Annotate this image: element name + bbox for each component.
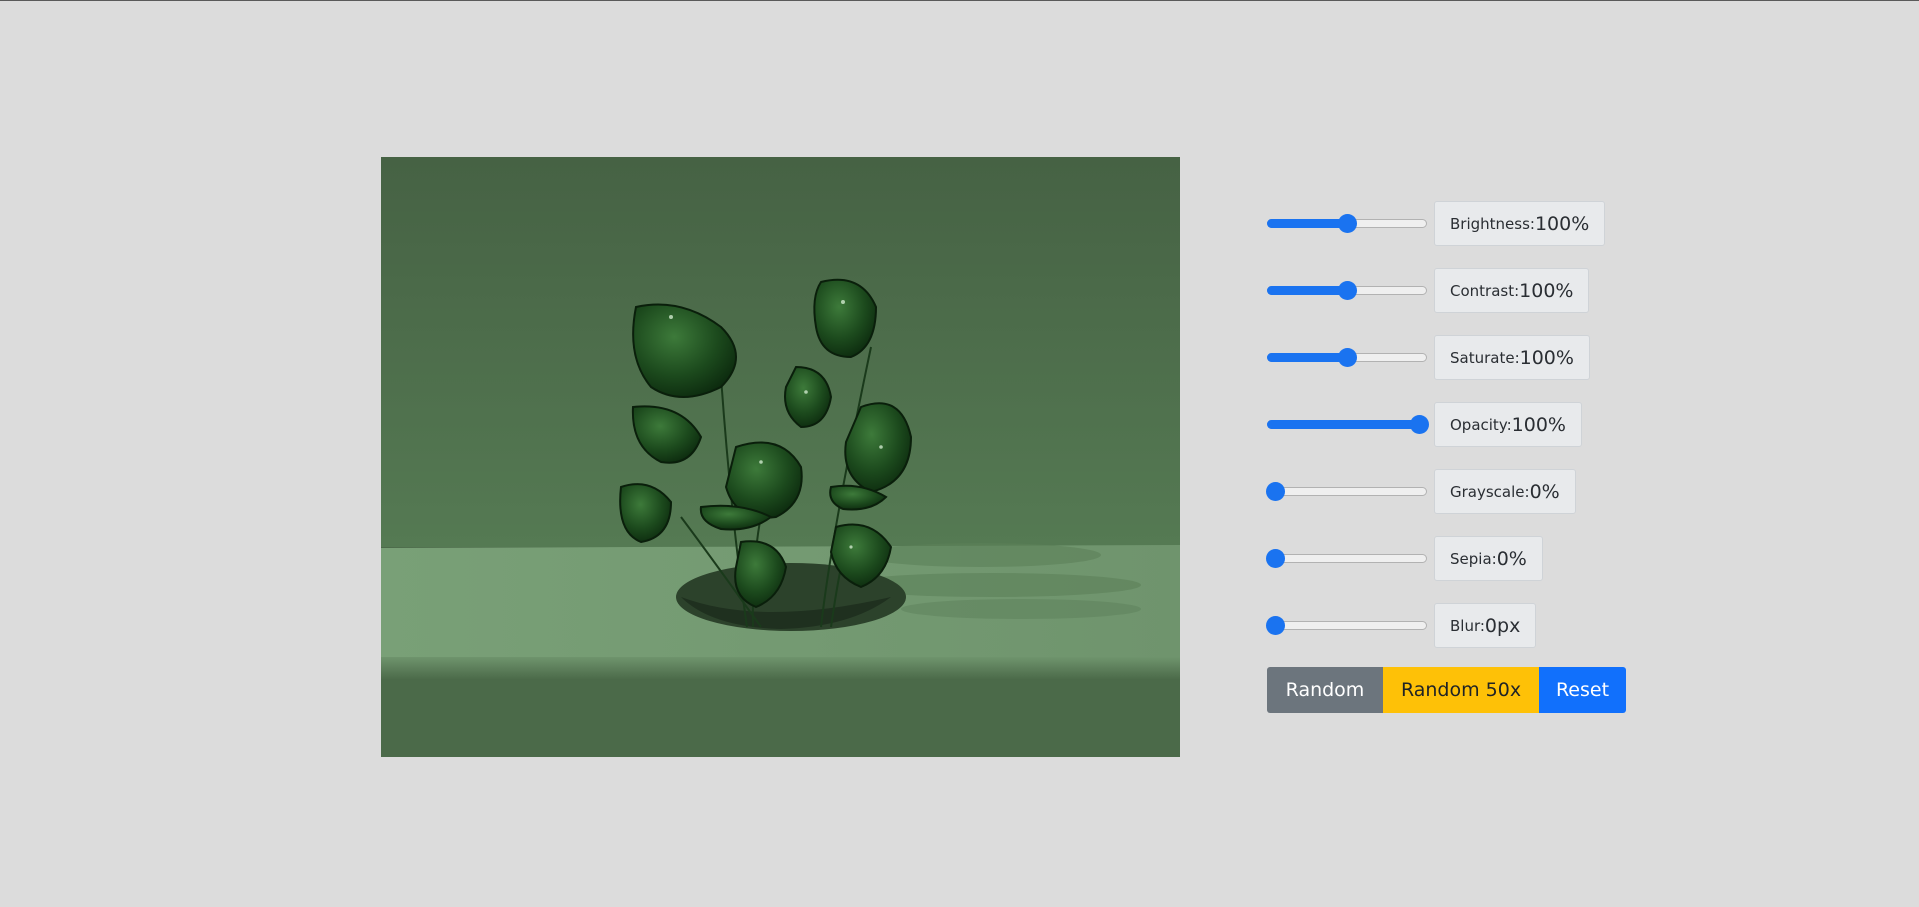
random-50x-button[interactable]: Random 50x bbox=[1383, 667, 1539, 713]
saturate-readout: Saturate: 100% bbox=[1434, 335, 1590, 380]
blur-row: Blur: 0px bbox=[1266, 602, 1626, 649]
saturate-row: Saturate: 100% bbox=[1267, 334, 1626, 381]
slider-thumb[interactable] bbox=[1338, 280, 1357, 300]
opacity-readout: Opacity: 100% bbox=[1434, 402, 1582, 447]
slider-fill bbox=[1267, 419, 1419, 429]
slider-fill bbox=[1267, 352, 1347, 362]
opacity-row: Opacity: 100% bbox=[1267, 401, 1626, 448]
slider-thumb[interactable] bbox=[1266, 615, 1285, 635]
slider-track bbox=[1267, 486, 1427, 496]
grayscale-label: Grayscale: bbox=[1450, 482, 1530, 501]
contrast-value: 100% bbox=[1519, 279, 1574, 302]
sepia-readout: Sepia: 0% bbox=[1434, 536, 1543, 581]
sepia-value: 0% bbox=[1496, 547, 1527, 570]
grayscale-row: Grayscale: 0% bbox=[1266, 468, 1626, 515]
contrast-slider[interactable] bbox=[1267, 280, 1427, 301]
slider-thumb[interactable] bbox=[1266, 481, 1285, 501]
slider-thumb[interactable] bbox=[1338, 347, 1357, 367]
slider-track bbox=[1267, 553, 1427, 563]
saturate-slider[interactable] bbox=[1267, 347, 1427, 368]
contrast-label: Contrast: bbox=[1450, 281, 1520, 300]
brightness-label: Brightness: bbox=[1450, 214, 1535, 233]
slider-thumb[interactable] bbox=[1338, 213, 1357, 233]
saturate-label: Saturate: bbox=[1450, 348, 1520, 367]
grayscale-value: 0% bbox=[1529, 480, 1560, 503]
image-preview bbox=[381, 157, 1180, 757]
slider-track bbox=[1267, 620, 1427, 630]
slider-thumb[interactable] bbox=[1410, 414, 1429, 434]
brightness-value: 100% bbox=[1534, 212, 1590, 235]
slider-fill bbox=[1267, 218, 1347, 228]
reset-button[interactable]: Reset bbox=[1539, 667, 1626, 713]
brightness-readout: Brightness: 100% bbox=[1434, 201, 1606, 246]
opacity-value: 100% bbox=[1511, 413, 1566, 436]
sepia-row: Sepia: 0% bbox=[1266, 535, 1626, 582]
sepia-label: Sepia: bbox=[1450, 549, 1497, 568]
random-button[interactable]: Random bbox=[1267, 667, 1383, 713]
grayscale-readout: Grayscale: 0% bbox=[1434, 469, 1576, 514]
slider-fill bbox=[1267, 285, 1347, 295]
sepia-slider[interactable] bbox=[1266, 548, 1427, 569]
plant-image bbox=[381, 157, 1180, 757]
contrast-readout: Contrast: 100% bbox=[1434, 268, 1590, 313]
brightness-row: Brightness: 100% bbox=[1267, 200, 1626, 247]
blur-slider[interactable] bbox=[1266, 615, 1427, 636]
saturate-value: 100% bbox=[1519, 346, 1574, 369]
blur-label: Blur: bbox=[1450, 616, 1485, 635]
opacity-label: Opacity: bbox=[1450, 415, 1512, 434]
contrast-row: Contrast: 100% bbox=[1267, 267, 1626, 314]
brightness-slider[interactable] bbox=[1267, 213, 1427, 234]
opacity-slider[interactable] bbox=[1267, 414, 1429, 435]
action-button-group: Random Random 50x Reset bbox=[1267, 667, 1626, 713]
blur-readout: Blur: 0px bbox=[1434, 603, 1537, 648]
blur-value: 0px bbox=[1484, 614, 1521, 637]
grayscale-slider[interactable] bbox=[1266, 481, 1427, 502]
filter-controls: Brightness: 100% Contrast: 100% Saturate: 1… bbox=[1266, 200, 1626, 713]
slider-thumb[interactable] bbox=[1266, 548, 1285, 568]
